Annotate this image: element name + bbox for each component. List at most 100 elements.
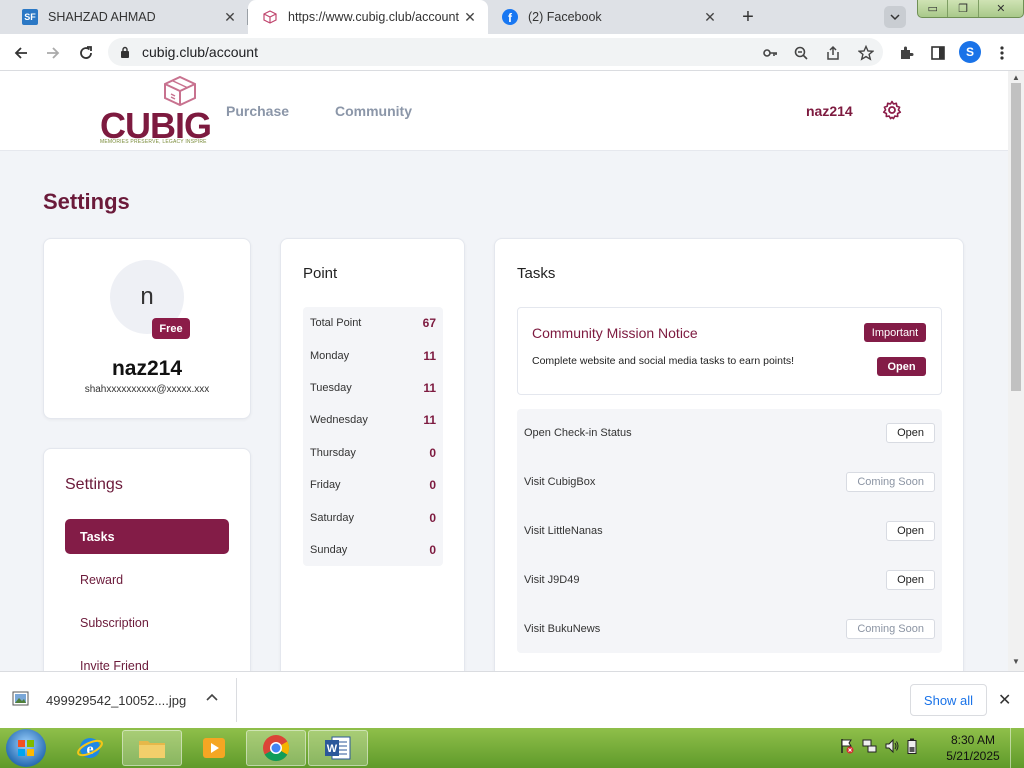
browser-toolbar: cubig.club/account S bbox=[0, 34, 1024, 71]
file-explorer-icon[interactable] bbox=[122, 730, 182, 766]
important-badge: Important bbox=[864, 323, 926, 342]
settings-nav-reward[interactable]: Reward bbox=[65, 562, 229, 597]
share-icon[interactable] bbox=[822, 42, 844, 64]
key-icon[interactable] bbox=[759, 42, 781, 64]
minimize-button[interactable]: ▭ bbox=[918, 0, 949, 17]
point-row-friday: Friday 0 bbox=[303, 469, 443, 501]
close-tab-icon[interactable]: ✕ bbox=[462, 9, 478, 25]
point-row-thursday: Thursday 0 bbox=[303, 437, 443, 469]
tasks-card: Tasks Community Mission Notice Important… bbox=[494, 238, 964, 671]
settings-nav-invite-friend[interactable]: Invite Friend bbox=[65, 648, 229, 672]
clock-date: 5/21/2025 bbox=[946, 749, 1000, 763]
zoom-icon[interactable] bbox=[790, 42, 812, 64]
task-label: Open Check-in Status bbox=[524, 427, 632, 440]
show-all-button[interactable]: Show all bbox=[910, 684, 987, 716]
point-row-tuesday: Tuesday 11 bbox=[303, 372, 443, 404]
cubig-icon bbox=[262, 9, 278, 25]
scrollbar-thumb[interactable] bbox=[1011, 83, 1021, 391]
windows-logo-icon bbox=[18, 740, 34, 756]
task-label: Visit BukuNews bbox=[524, 622, 601, 635]
tab-separator bbox=[247, 9, 248, 25]
tab-title: https://www.cubig.club/account bbox=[288, 10, 459, 24]
notice-title: Community Mission Notice bbox=[532, 325, 698, 341]
nav-purchase[interactable]: Purchase bbox=[226, 103, 289, 119]
browser-tab-strip: SF SHAHZAD AHMAD ✕ https://www.cubig.clu… bbox=[0, 0, 1024, 34]
point-row-wednesday: Wednesday 11 bbox=[303, 404, 443, 436]
settings-nav-subscription[interactable]: Subscription bbox=[65, 605, 229, 640]
logo-tagline: MEMORIES PRESERVE, LEGACY INSPIRE bbox=[100, 139, 207, 145]
url-text: cubig.club/account bbox=[142, 44, 258, 60]
settings-nav-card: Settings Tasks Reward Subscription Invit… bbox=[43, 448, 251, 671]
extensions-icon[interactable] bbox=[895, 42, 917, 64]
community-notice: Community Mission Notice Important Compl… bbox=[517, 307, 942, 395]
close-window-button[interactable]: ✕ bbox=[979, 0, 1023, 17]
point-value: 67 bbox=[422, 316, 436, 331]
profile-email: shahxxxxxxxxxx@xxxxx.xxx bbox=[84, 384, 210, 395]
download-file-name: 499929542_10052....jpg bbox=[46, 692, 187, 708]
scroll-up-arrow[interactable]: ▲ bbox=[1012, 73, 1020, 82]
back-icon[interactable] bbox=[10, 42, 32, 64]
chrome-icon[interactable] bbox=[246, 730, 306, 766]
point-label: Friday bbox=[310, 479, 341, 492]
media-player-icon[interactable] bbox=[184, 730, 244, 766]
reload-icon[interactable] bbox=[75, 42, 97, 64]
volume-icon[interactable] bbox=[884, 738, 899, 754]
new-tab-button[interactable]: + bbox=[734, 4, 762, 30]
side-panel-icon[interactable] bbox=[927, 42, 949, 64]
tab-facebook[interactable]: f (2) Facebook ✕ bbox=[488, 0, 728, 34]
header-username[interactable]: naz214 bbox=[806, 103, 853, 119]
profile-name: naz214 bbox=[111, 357, 183, 380]
task-open-button[interactable]: Open bbox=[886, 423, 935, 444]
point-label: Tuesday bbox=[310, 381, 352, 394]
bookmark-star-icon[interactable] bbox=[855, 42, 877, 64]
internet-explorer-icon[interactable]: e bbox=[60, 730, 120, 766]
task-label: Visit J9D49 bbox=[524, 573, 580, 586]
page-title: Settings bbox=[43, 189, 130, 214]
point-value: 11 bbox=[423, 413, 436, 428]
network-icon[interactable] bbox=[862, 738, 877, 754]
forward-icon[interactable] bbox=[42, 42, 64, 64]
page-scrollbar[interactable]: ▲ ▼ bbox=[1008, 71, 1024, 671]
chevron-up-icon[interactable] bbox=[206, 690, 218, 704]
task-open-button[interactable]: Open bbox=[886, 569, 935, 590]
settings-nav-tasks[interactable]: Tasks bbox=[65, 519, 229, 554]
close-icon[interactable]: ✕ bbox=[998, 690, 1011, 710]
action-center-flag-icon[interactable] bbox=[840, 738, 854, 754]
point-value: 11 bbox=[423, 348, 436, 363]
cubig-logo[interactable]: CUBIG MEMORIES PRESERVE, LEGACY INSPIRE bbox=[98, 75, 218, 149]
tab-search-button[interactable] bbox=[884, 6, 906, 28]
point-label: Monday bbox=[310, 349, 350, 362]
profile-avatar[interactable]: S bbox=[959, 41, 981, 63]
battery-icon[interactable] bbox=[906, 738, 920, 754]
maximize-button[interactable]: ❐ bbox=[948, 0, 979, 17]
lock-icon[interactable] bbox=[120, 46, 134, 58]
profile-card: n Free naz214 shahxxxxxxxxxx@xxxxx.xxx bbox=[43, 238, 251, 419]
window-controls: ▭ ❐ ✕ bbox=[917, 0, 1024, 18]
task-row: Open Check-in Status Open bbox=[517, 409, 942, 458]
point-row-saturday: Saturday 0 bbox=[303, 501, 443, 533]
point-value: 0 bbox=[429, 445, 436, 460]
facebook-icon: f bbox=[502, 9, 518, 25]
download-separator bbox=[236, 678, 237, 722]
point-label: Thursday bbox=[310, 446, 356, 459]
system-tray bbox=[840, 738, 920, 754]
tab-shahzad-ahmad[interactable]: SF SHAHZAD AHMAD ✕ bbox=[8, 0, 248, 34]
close-tab-icon[interactable]: ✕ bbox=[702, 9, 718, 25]
download-bar: 499929542_10052....jpg Show all ✕ bbox=[0, 671, 1024, 728]
notice-open-button[interactable]: Open bbox=[877, 357, 926, 376]
point-value: 0 bbox=[429, 478, 436, 493]
chevron-down-icon bbox=[890, 14, 900, 21]
nav-community[interactable]: Community bbox=[335, 103, 412, 119]
show-desktop-button[interactable] bbox=[1010, 728, 1024, 768]
more-menu-icon[interactable] bbox=[991, 42, 1013, 64]
tab-cubig-account[interactable]: https://www.cubig.club/account ✕ bbox=[248, 0, 488, 34]
task-open-button[interactable]: Open bbox=[886, 520, 935, 541]
download-item[interactable]: 499929542_10052....jpg bbox=[12, 682, 236, 718]
word-icon[interactable]: W bbox=[308, 730, 368, 766]
scroll-down-arrow[interactable]: ▼ bbox=[1012, 657, 1020, 666]
close-tab-icon[interactable]: ✕ bbox=[222, 9, 238, 25]
taskbar-clock[interactable]: 8:30 AM 5/21/2025 bbox=[940, 732, 1006, 764]
gear-icon[interactable] bbox=[882, 100, 902, 120]
image-file-icon bbox=[12, 691, 30, 710]
start-button[interactable] bbox=[6, 729, 46, 767]
